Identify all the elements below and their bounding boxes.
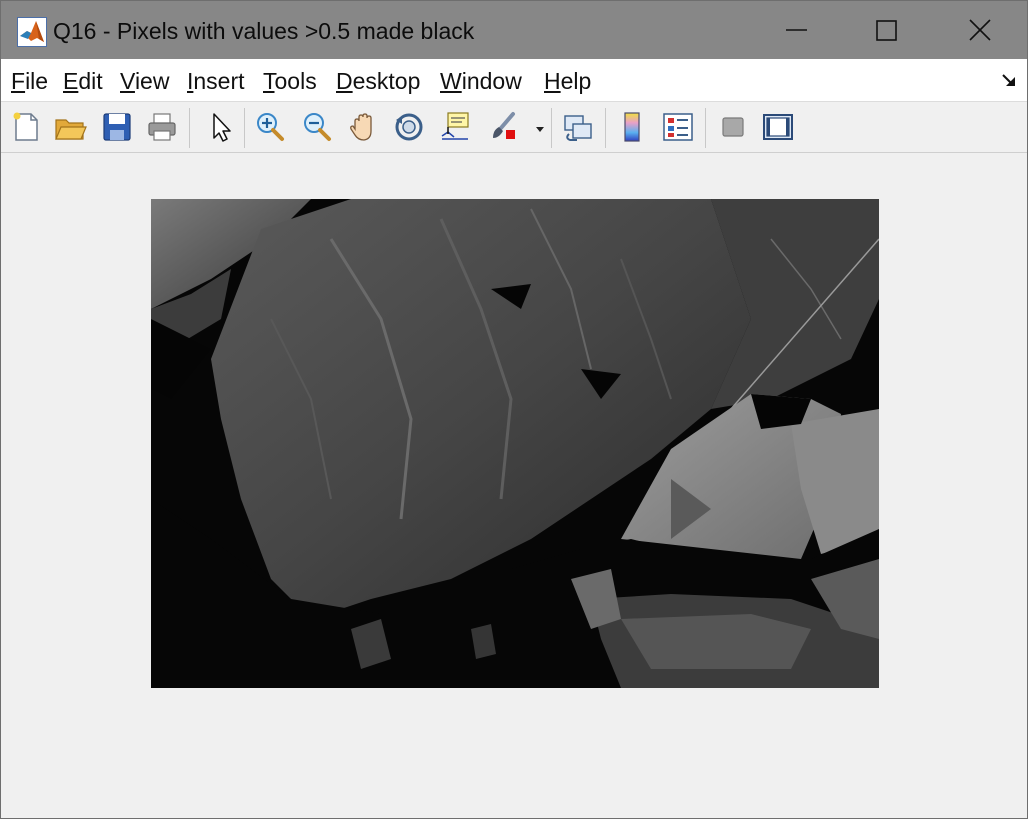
menu-tools[interactable]: Tools	[263, 67, 317, 95]
brush-options-dropdown[interactable]	[531, 108, 545, 146]
link-plot-button[interactable]	[559, 108, 597, 146]
zoom-out-icon	[304, 113, 331, 141]
minimize-button[interactable]	[751, 1, 843, 59]
window-title: Q16 - Pixels with values >0.5 made black	[53, 18, 475, 44]
thresholded-image	[151, 199, 879, 688]
toolbar-separator	[605, 108, 606, 148]
figure-window: Q16 - Pixels with values >0.5 made black…	[0, 0, 1028, 819]
close-button[interactable]	[935, 1, 1027, 59]
menu-help[interactable]: Help	[544, 67, 591, 95]
menu-window[interactable]: Window	[440, 67, 522, 95]
brush-button[interactable]	[485, 108, 523, 146]
insert-legend-button[interactable]	[659, 108, 697, 146]
menu-edit[interactable]: Edit	[63, 67, 103, 95]
hide-plot-tools-button[interactable]	[714, 108, 752, 146]
open-file-icon	[55, 119, 87, 140]
title-bar[interactable]: Q16 - Pixels with values >0.5 made black	[1, 1, 1027, 59]
matlab-app-icon	[17, 17, 47, 47]
menu-view[interactable]: View	[120, 67, 169, 95]
new-figure-icon	[13, 112, 38, 141]
print-figure-icon	[148, 113, 176, 141]
rotate-3d-icon	[395, 113, 423, 141]
show-plot-tools-icon	[763, 114, 793, 140]
data-cursor-icon	[441, 112, 469, 140]
dock-figure-icon[interactable]	[999, 71, 1019, 91]
menu-insert[interactable]: Insert	[187, 67, 245, 95]
open-file-button[interactable]	[51, 108, 89, 146]
menu-bar: File Edit View Insert Tools Desktop Wind…	[1, 59, 1027, 102]
toolbar-separator	[551, 108, 552, 148]
print-figure-button[interactable]	[143, 108, 181, 146]
zoom-out-button[interactable]	[298, 108, 336, 146]
menu-file[interactable]: File	[11, 67, 48, 95]
new-figure-button[interactable]	[7, 108, 45, 146]
insert-legend-icon	[663, 113, 693, 141]
image-axes[interactable]	[151, 199, 879, 688]
toolbar-separator	[244, 108, 245, 148]
figure-toolbar	[1, 102, 1027, 153]
link-plot-icon	[564, 115, 592, 141]
save-figure-icon	[103, 113, 131, 141]
data-cursor-button[interactable]	[436, 108, 474, 146]
edit-plot-button[interactable]	[201, 108, 239, 146]
save-figure-button[interactable]	[98, 108, 136, 146]
edit-plot-icon	[213, 113, 231, 142]
show-plot-tools-button[interactable]	[759, 108, 797, 146]
zoom-in-button[interactable]	[251, 108, 289, 146]
zoom-in-icon	[257, 113, 284, 141]
brush-icon	[493, 112, 515, 139]
pan-button[interactable]	[344, 108, 382, 146]
maximize-icon	[876, 20, 897, 41]
hide-plot-tools-icon	[722, 117, 744, 137]
rotate-3d-button[interactable]	[390, 108, 428, 146]
toolbar-separator	[705, 108, 706, 148]
pan-icon	[350, 113, 372, 141]
insert-colorbar-button[interactable]	[613, 108, 651, 146]
maximize-button[interactable]	[841, 1, 933, 59]
insert-colorbar-icon	[624, 112, 640, 142]
figure-canvas	[1, 153, 1027, 818]
chevron-down-icon	[536, 127, 544, 132]
toolbar-separator	[189, 108, 190, 148]
menu-desktop[interactable]: Desktop	[336, 67, 420, 95]
